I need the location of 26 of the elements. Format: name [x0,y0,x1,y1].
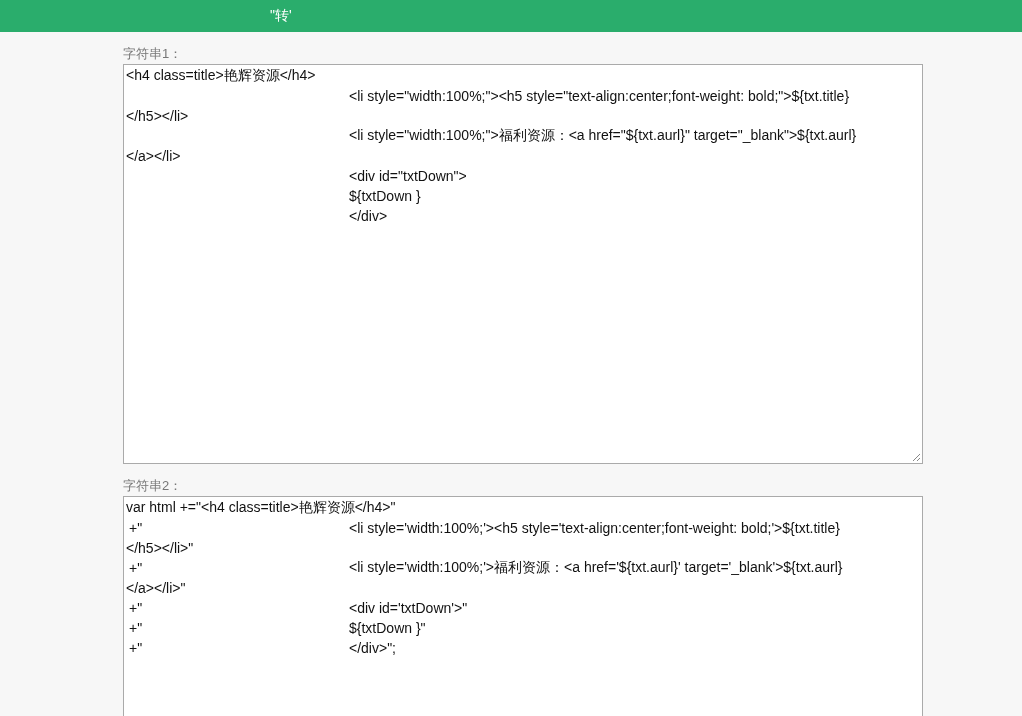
code-line: <div id="txtDown"> [349,168,467,184]
code-line: </div>"; [349,640,396,656]
code-line: var html +="<h4 class=title>艳辉资源</h4>" [126,499,396,517]
code-line: ${txtDown } [349,188,421,204]
code-line: <div id='txtDown'>" [349,600,468,616]
code-prefix: +" [129,520,143,536]
code-prefix: +" [129,640,143,656]
code-prefix: +" [129,560,143,576]
code-line: <li style='width:100%;'>福利资源：<a href='${txt.aurl}' target='_blank'>${txt.aurl} [349,559,843,577]
resize-grip-icon[interactable] [912,453,921,462]
code-line: </h5></li>" [126,540,194,556]
code-line: <li style="width:100%;">福利资源：<a href="${txt.aurl}" target="_blank">${txt.aurl} [349,127,857,145]
code-line: <h4 class=title>艳辉资源</h4> [126,67,316,85]
field-label: 字符串1： [123,45,183,63]
header-title: "转' [270,7,292,25]
field-label: 字符串2： [123,477,183,495]
code-line: </h5></li> [126,108,189,124]
code-line: </a></li>" [126,580,186,596]
code-prefix: +" [129,620,143,636]
code-line: </a></li> [126,148,181,164]
code-line: </div> [349,208,388,224]
code-line: <li style="width:100%;"><h5 style="text-align:center;font-weight: bold;">${txt.title} [349,88,850,104]
code-line: ${txtDown }" [349,620,426,636]
code-line: <li style='width:100%;'><h5 style='text-align:center;font-weight: bold;'>${txt.title} [349,520,840,536]
text-area[interactable] [123,496,923,716]
code-prefix: +" [129,600,143,616]
